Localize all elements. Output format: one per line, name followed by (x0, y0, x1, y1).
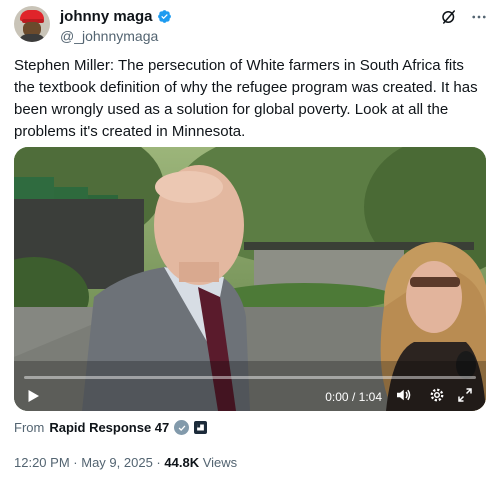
duration: 1:04 (358, 390, 382, 404)
time-separator: / (351, 390, 356, 404)
more-icon[interactable] (470, 8, 488, 26)
fullscreen-icon[interactable] (456, 386, 474, 404)
views-label: Views (202, 455, 238, 470)
meta-separator: · (73, 455, 78, 470)
meta-separator-2: · (156, 455, 161, 470)
from-label: From (14, 420, 45, 435)
volume-icon[interactable] (394, 386, 412, 404)
tweet-meta: 12:20 PM · May 9, 2025 · 44.8K Views (14, 455, 237, 470)
tweet-text: Stephen Miller: The persecution of White… (14, 57, 478, 140)
author-display-name[interactable]: johnny maga (60, 8, 153, 25)
verified-badge-icon (157, 10, 171, 23)
author-name-row: johnny maga (60, 8, 172, 25)
settings-icon[interactable] (428, 386, 446, 404)
tweet-header: johnny maga @_johnnymaga (14, 6, 488, 46)
author-handle[interactable]: @_johnnymaga (60, 28, 158, 44)
avatar[interactable] (14, 6, 50, 42)
video-player[interactable]: 0:00 / 1:04 (14, 147, 486, 411)
header-actions (440, 8, 488, 26)
post-date[interactable]: May 9, 2025 (81, 455, 153, 470)
video-time: 0:00 / 1:04 (325, 390, 382, 404)
grok-icon[interactable] (440, 8, 458, 26)
video-progress-bar[interactable] (24, 376, 476, 379)
flag-icon (194, 421, 208, 434)
government-badge-icon (174, 420, 190, 435)
play-icon[interactable] (24, 387, 42, 405)
source-account-name[interactable]: Rapid Response 47 (49, 420, 169, 435)
source-attribution: From Rapid Response 47 (14, 420, 208, 435)
views-count: 44.8K (164, 455, 200, 470)
current-time: 0:00 (325, 390, 349, 404)
avatar-shirt (18, 34, 46, 42)
video-controls: 0:00 / 1:04 (14, 371, 486, 411)
post-time[interactable]: 12:20 PM (14, 455, 70, 470)
